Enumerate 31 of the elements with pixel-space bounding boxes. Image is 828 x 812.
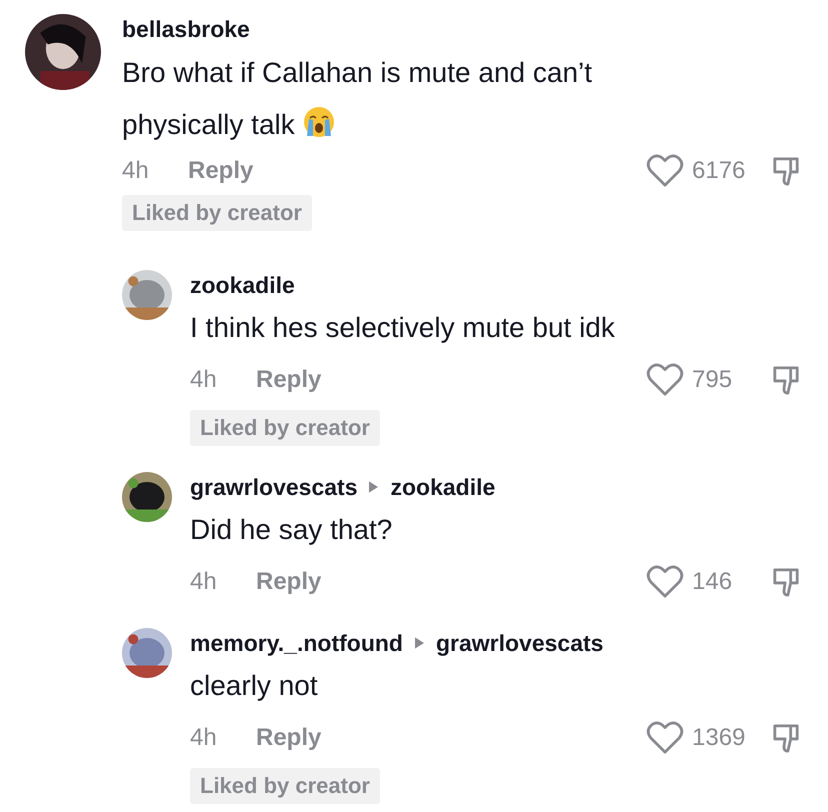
heart-icon[interactable] — [646, 363, 684, 397]
timestamp: 4h — [122, 157, 150, 185]
like-count: 1369 — [692, 724, 746, 752]
comment-text: Bro what if Callahan is mute and can’t physically talk — [122, 57, 592, 140]
thumbs-down-icon[interactable] — [772, 364, 800, 396]
like-count: 6176 — [692, 157, 746, 185]
timestamp: 4h — [190, 568, 218, 596]
thumbs-down-icon[interactable] — [772, 722, 800, 754]
like-count: 146 — [692, 568, 734, 596]
heart-icon[interactable] — [646, 721, 684, 755]
thumbs-down-icon[interactable] — [772, 566, 800, 598]
comment-text: I think hes selectively mute but idk — [190, 311, 616, 345]
reply-arrow-icon — [369, 481, 378, 493]
heart-icon[interactable] — [646, 565, 684, 599]
liked-by-creator-badge: Liked by creator — [190, 768, 380, 804]
username[interactable]: zookadile — [190, 270, 295, 300]
replied-username[interactable]: grawrlovescats — [436, 628, 604, 658]
heart-icon[interactable] — [646, 154, 684, 188]
timestamp: 4h — [190, 724, 218, 752]
username[interactable]: grawrlovescats — [190, 472, 358, 502]
replied-username[interactable]: zookadile — [390, 472, 496, 502]
like-count: 795 — [692, 366, 734, 394]
comment-text: Did he say that? — [190, 513, 394, 547]
username[interactable]: memory._.notfound — [190, 628, 403, 658]
thumbs-down-icon[interactable] — [772, 155, 800, 187]
username[interactable]: bellasbroke — [122, 14, 800, 44]
comment-text: clearly not — [190, 669, 319, 703]
liked-by-creator-badge: Liked by creator — [122, 195, 312, 231]
liked-by-creator-badge: Liked by creator — [190, 410, 380, 446]
timestamp: 4h — [190, 366, 218, 394]
reply-arrow-icon — [414, 637, 424, 649]
